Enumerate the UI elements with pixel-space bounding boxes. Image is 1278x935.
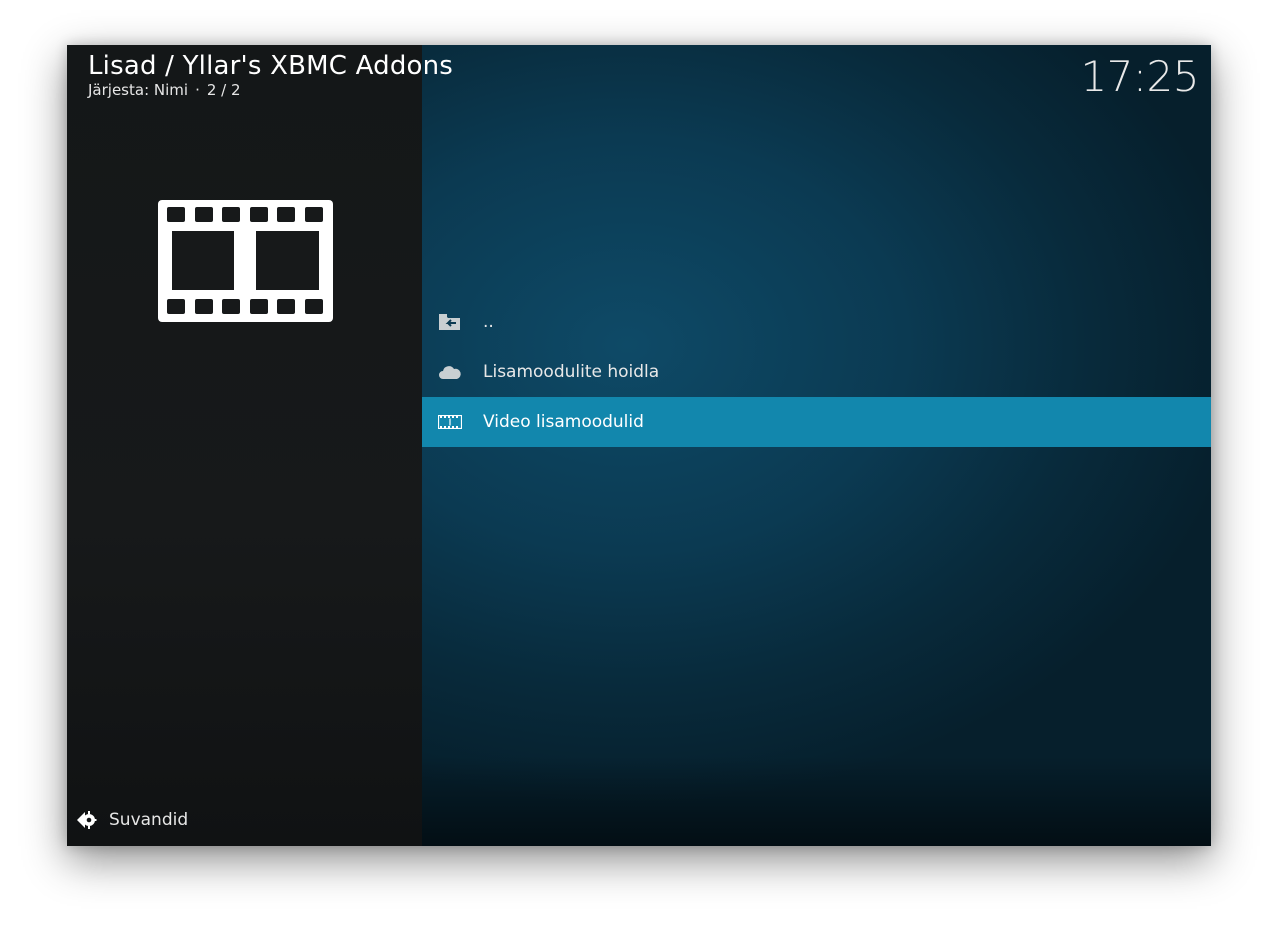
page-title: Lisad / Yllar's XBMC Addons	[88, 51, 454, 81]
options-arrow-icon	[75, 809, 97, 831]
cloud-icon	[437, 362, 463, 382]
kodi-window: Lisad / Yllar's XBMC Addons Järjesta: Ni…	[67, 45, 1211, 846]
file-list: .. Lisamoodulite hoidla Video lisamoodul…	[422, 297, 1211, 447]
folder-back-icon	[437, 312, 463, 332]
list-item-label: Video lisamoodulid	[483, 412, 644, 432]
list-item-label: ..	[483, 312, 494, 332]
list-item-parent[interactable]: ..	[422, 297, 1211, 347]
sort-info: Järjesta: Nimi · 2 / 2	[88, 81, 241, 99]
options-label: Suvandid	[109, 810, 189, 830]
sort-label[interactable]: Järjesta: Nimi	[88, 81, 188, 99]
info-panel	[67, 45, 422, 846]
list-item-label: Lisamoodulite hoidla	[483, 362, 660, 382]
sort-separator: ·	[195, 81, 200, 99]
list-item-video-addons[interactable]: Video lisamoodulid	[422, 397, 1211, 447]
clock: 17:25	[1080, 52, 1199, 101]
options-button[interactable]: Suvandid	[75, 809, 188, 831]
list-item-addon-repository[interactable]: Lisamoodulite hoidla	[422, 347, 1211, 397]
item-position: 2 / 2	[206, 81, 241, 99]
film-strip-icon	[437, 412, 463, 432]
film-strip-icon	[158, 200, 333, 322]
